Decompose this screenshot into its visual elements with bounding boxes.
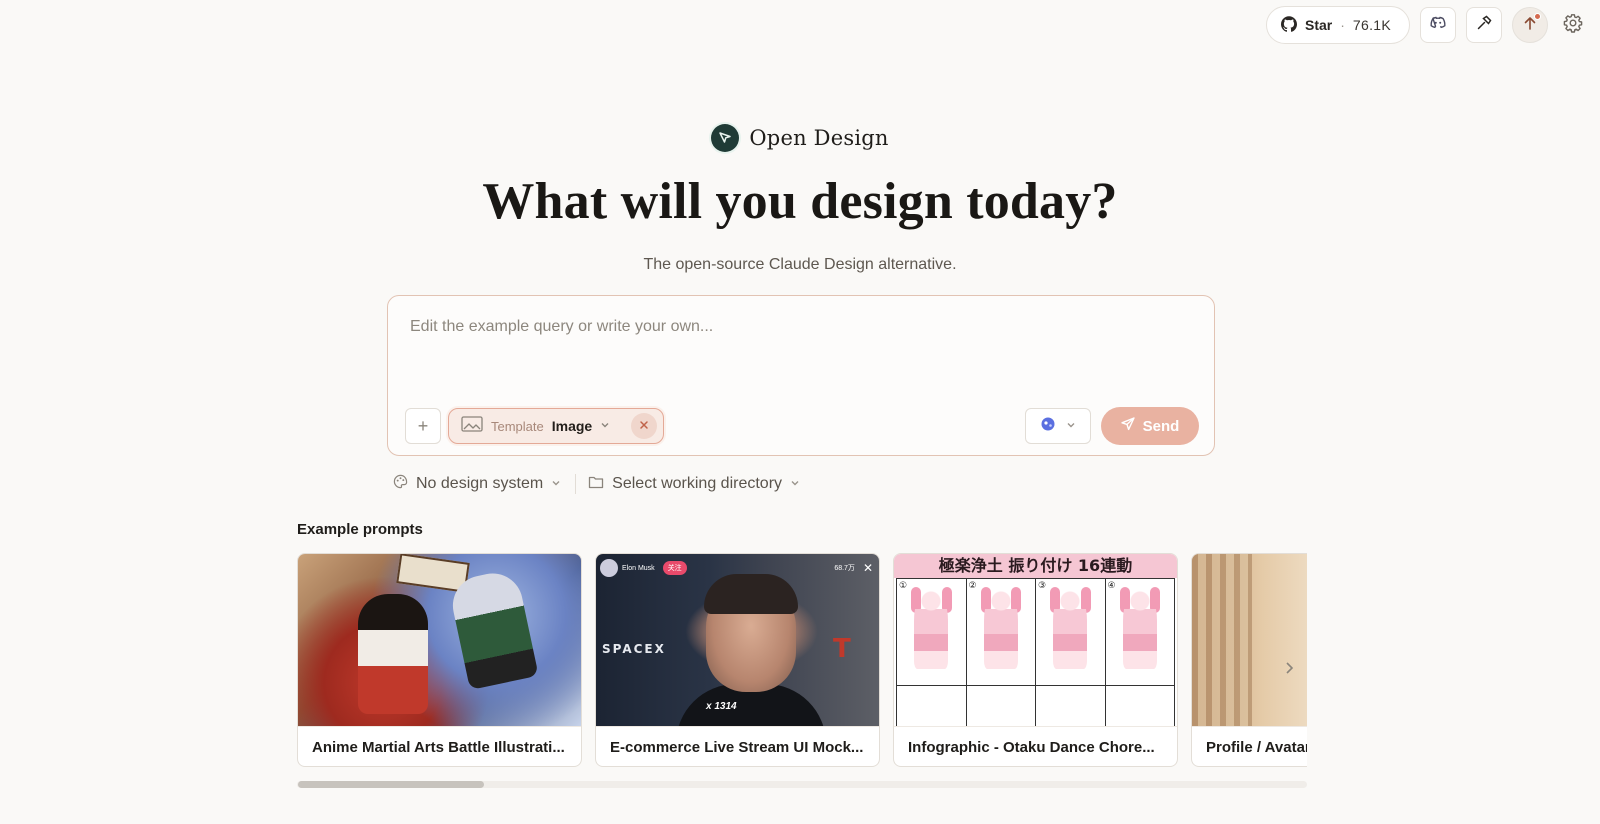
thumb-cell-number: ① — [899, 580, 908, 590]
example-card-title-text: Profile / Avatar — [1206, 739, 1307, 756]
remove-template-button[interactable] — [631, 413, 657, 439]
palette-icon — [393, 474, 408, 494]
options-row: No design system Select working director… — [393, 472, 800, 496]
github-icon — [1281, 15, 1297, 35]
example-card-title-text: E-commerce Live Stream UI Mock... — [610, 739, 864, 756]
thumb-figure — [1053, 589, 1088, 669]
settings-button[interactable] — [1558, 7, 1588, 43]
thumb-figure — [914, 589, 949, 669]
example-card-title: Infographic - Otaku Dance Chore... — [894, 726, 1177, 766]
send-label: Send — [1142, 417, 1180, 435]
design-system-select[interactable]: No design system — [393, 474, 561, 494]
working-directory-label: Select working directory — [612, 475, 783, 492]
close-icon: ✕ — [862, 561, 873, 575]
github-star-button[interactable]: Star · 76.1K — [1266, 6, 1410, 44]
thumb-cell — [1036, 686, 1105, 726]
design-system-label: No design system — [416, 475, 544, 492]
thumb-grid: ① ② ③ ④ — [896, 578, 1175, 726]
thumb-curtain — [1192, 554, 1252, 726]
thumb-cell: ④ — [1105, 579, 1174, 685]
brand-logo-icon — [711, 124, 740, 152]
example-card-title: E-commerce Live Stream UI Mock... — [596, 726, 879, 766]
thumb-banner: 極楽浄土 振り付け 16連動 — [894, 554, 1177, 578]
page-title: What will you design today? — [482, 173, 1118, 230]
hammer-icon — [1476, 15, 1492, 36]
avatar — [600, 559, 618, 577]
thumb-hud-viewers: 68.7万 — [834, 565, 855, 572]
model-icon — [1040, 416, 1056, 437]
tools-button[interactable] — [1466, 7, 1502, 43]
thumb-cell-number: ③ — [1038, 580, 1047, 590]
send-icon — [1120, 417, 1135, 435]
folder-icon — [588, 475, 604, 494]
example-thumbnail: 極楽浄土 振り付け 16連動 ① ② ③ ④ — [894, 554, 1177, 726]
example-card[interactable]: Anime Martial Arts Battle Illustrati... — [297, 553, 582, 767]
thumb-logo: T — [833, 634, 851, 664]
example-thumbnail: SPACEX T Elon Musk 关注 68.7万 ✕ x 1314 — [596, 554, 879, 726]
image-icon — [461, 415, 483, 437]
example-card-title: Anime Martial Arts Battle Illustrati... — [298, 726, 581, 766]
chevron-down-icon[interactable] — [600, 417, 610, 435]
model-picker[interactable] — [1025, 408, 1091, 444]
thumb-hud-follow: 关注 — [662, 561, 687, 575]
discord-button[interactable] — [1420, 7, 1456, 43]
add-attachment-button[interactable]: + — [405, 408, 441, 444]
prompt-composer: + Template Image Send — [387, 295, 1215, 456]
options-divider — [575, 474, 577, 494]
prompt-input[interactable] — [408, 316, 1188, 376]
example-card[interactable]: SPACEX T Elon Musk 关注 68.7万 ✕ x 1314 E-c… — [595, 553, 880, 767]
carousel-next-button[interactable] — [1275, 656, 1303, 684]
close-icon — [639, 417, 649, 435]
thumb-figure — [1122, 589, 1157, 669]
example-card-title: Profile / Avatar — [1192, 726, 1307, 766]
thumb-cell — [1105, 686, 1174, 726]
examples-title: Example prompts — [297, 521, 423, 538]
thumb-figure — [983, 589, 1018, 669]
example-card-title-text: Anime Martial Arts Battle Illustrati... — [312, 739, 565, 756]
example-card-title-text: Infographic - Otaku Dance Chore... — [908, 739, 1155, 756]
thumb-cell-number: ② — [968, 580, 977, 590]
notification-dot — [1534, 13, 1541, 20]
update-button[interactable] — [1512, 7, 1548, 43]
thumb-cell: ① — [897, 579, 966, 685]
thumb-figure — [704, 574, 798, 614]
thumb-hud-likes: x 1314 — [706, 701, 737, 712]
page-subtitle: The open-source Claude Design alternativ… — [643, 256, 957, 273]
brand-name: Open Design — [749, 126, 889, 150]
example-thumbnail — [1192, 554, 1307, 726]
thumb-cell: ② — [966, 579, 1035, 685]
chevron-down-icon — [790, 475, 800, 493]
brand: Open Design — [0, 124, 1600, 152]
thumb-cell: ③ — [1036, 579, 1105, 685]
carousel-scrollbar-thumb[interactable] — [298, 781, 484, 788]
template-chip[interactable]: Template Image — [448, 408, 664, 444]
thumb-hud-name: Elon Musk — [622, 564, 655, 572]
send-button[interactable]: Send — [1101, 407, 1199, 445]
discord-icon — [1430, 16, 1446, 35]
star-label: Star — [1305, 17, 1333, 33]
star-count: 76.1K — [1352, 17, 1391, 33]
gear-icon — [1563, 13, 1583, 38]
top-bar: Star · 76.1K — [1266, 6, 1588, 44]
thumb-cell — [966, 686, 1035, 726]
template-label: Template — [491, 418, 544, 434]
working-directory-select[interactable]: Select working directory — [588, 475, 800, 494]
thumb-figure — [447, 567, 539, 691]
thumb-figure — [358, 594, 428, 714]
chevron-down-icon — [551, 475, 561, 493]
chevron-right-icon — [1283, 661, 1295, 680]
thumb-logo: SPACEX — [602, 642, 666, 656]
chevron-down-icon — [1066, 417, 1076, 435]
template-value: Image — [551, 418, 593, 434]
example-cards-carousel: Anime Martial Arts Battle Illustrati... … — [297, 553, 1307, 769]
thumb-cell — [897, 686, 966, 726]
example-thumbnail — [298, 554, 581, 726]
thumb-cell-number: ④ — [1107, 580, 1116, 590]
example-card[interactable]: 極楽浄土 振り付け 16連動 ① ② ③ ④ Infographic - Ota… — [893, 553, 1178, 767]
thumb-hud: Elon Musk 关注 68.7万 ✕ — [600, 558, 877, 578]
plus-icon: + — [417, 415, 429, 436]
star-separator: · — [1340, 17, 1345, 33]
